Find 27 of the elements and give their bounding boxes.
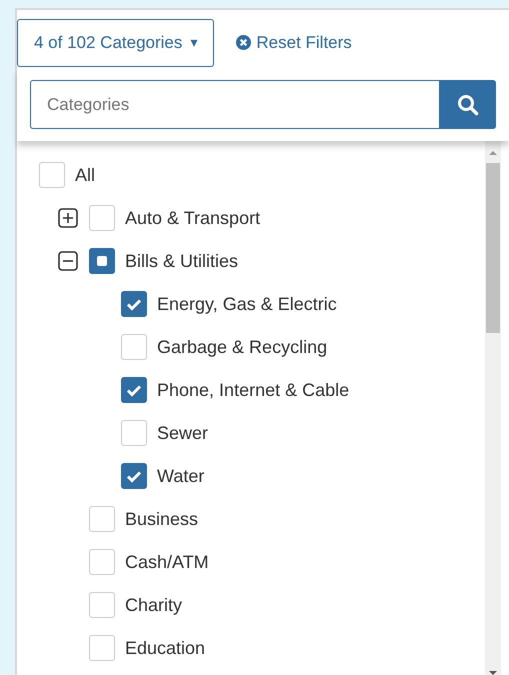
category-label[interactable]: Water — [157, 462, 204, 490]
category-label[interactable]: Phone, Internet & Cable — [157, 376, 350, 404]
category-label[interactable]: Garbage & Recycling — [157, 334, 328, 360]
checkbox[interactable] — [121, 377, 147, 403]
scrollbar[interactable] — [485, 141, 501, 675]
category-label[interactable]: Bills & Utilities — [125, 248, 238, 274]
category-label[interactable]: Education — [125, 634, 206, 662]
category-label[interactable]: Cash/ATM — [125, 548, 209, 576]
category-label[interactable]: Energy, Gas & Electric — [157, 290, 337, 318]
search-button[interactable] — [439, 80, 496, 129]
reset-filters-link[interactable]: Reset Filters — [236, 30, 352, 56]
checkbox[interactable] — [121, 291, 147, 317]
expand-toggle[interactable] — [57, 207, 79, 229]
plus-icon — [58, 208, 78, 228]
minus-icon — [58, 251, 78, 271]
categories-dropdown-button[interactable]: 4 of 102 Categories ▾ — [17, 18, 214, 66]
checkbox[interactable] — [89, 248, 115, 274]
checkbox[interactable] — [121, 463, 147, 489]
close-circle-icon — [236, 35, 252, 50]
category-label[interactable]: All — [75, 162, 96, 188]
category-label[interactable]: Charity — [125, 592, 182, 618]
category-label[interactable]: Auto & Transport — [125, 204, 260, 232]
category-label[interactable]: Business — [125, 506, 198, 532]
collapse-toggle[interactable] — [57, 250, 79, 272]
search-icon — [456, 94, 478, 116]
search-field[interactable]: Categories — [30, 80, 439, 129]
category-label[interactable]: Sewer — [157, 420, 208, 446]
